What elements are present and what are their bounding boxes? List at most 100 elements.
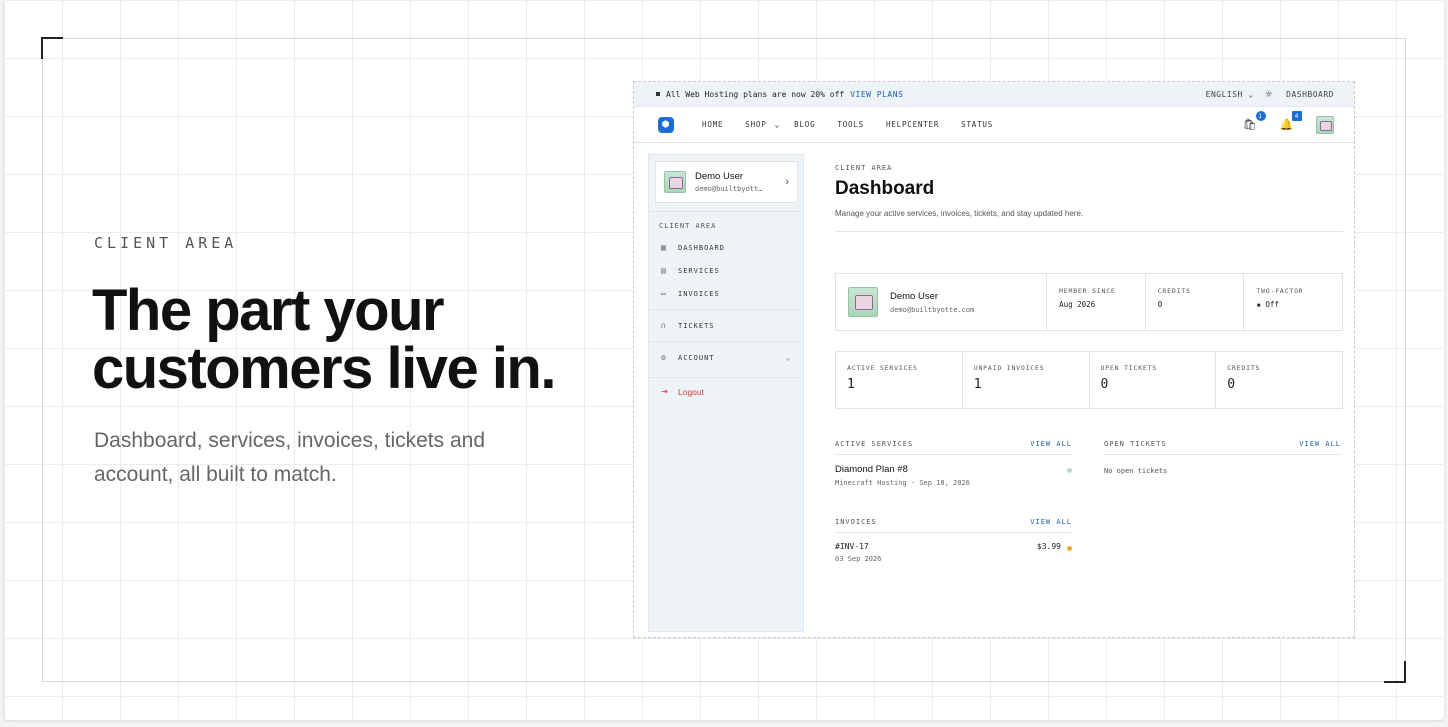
stat-label: UNPAID INVOICES [973, 364, 1045, 372]
chevron-down-icon[interactable]: ⌄ [775, 120, 781, 129]
sidebar-item-logout[interactable]: ⇥ Logout [649, 380, 803, 403]
active-services-section: ACTIVE SERVICES VIEW ALL Diamond Plan #8… [835, 440, 1072, 563]
invoice-number: #INV-17 [835, 542, 869, 551]
main-nav: ⬢ HOME SHOP ⌄ BLOG TOOLS HELPCENTER STAT… [634, 107, 1354, 143]
logout-icon: ⇥ [661, 387, 668, 396]
notification-count-badge: 4 [1292, 111, 1302, 121]
theme-toggle-sun-icon[interactable]: ☼ [1266, 88, 1273, 101]
gear-icon: ⚙ [661, 353, 667, 362]
sidebar: Demo User demo@builtbyott… › CLIENT AREA… [648, 154, 804, 632]
stat-value: 1 [973, 377, 982, 392]
member-since-value: Aug 2026 [1059, 300, 1096, 309]
sidebar-item-label: Logout [678, 386, 704, 397]
cart-button[interactable]: 🛍 1 [1242, 111, 1266, 131]
profile-email: demo@builtbyotte.com [890, 305, 975, 314]
profile-identity: Demo User demo@builtbyotte.com [836, 274, 1046, 330]
two-factor-status: ▪ Off [1256, 300, 1330, 309]
canvas: CLIENT AREA The part your customers live… [4, 0, 1444, 720]
corner-mark-bottom-right [1384, 661, 1406, 683]
profile-card: Demo User demo@builtbyotte.com MEMBER SI… [835, 273, 1343, 331]
stat-unpaid-invoices[interactable]: UNPAID INVOICES 1 [961, 352, 1089, 408]
language-select[interactable]: ENGLISH ⌄ [1206, 90, 1254, 99]
section-label: OPEN TICKETS [1104, 440, 1167, 448]
brand-logo-icon[interactable]: ⬢ [658, 116, 674, 133]
user-card[interactable]: Demo User demo@builtbyott… › [655, 161, 798, 203]
nav-shop[interactable]: SHOP [745, 120, 766, 129]
page-title: Dashboard [835, 178, 935, 199]
page-description: Manage your active services, invoices, t… [835, 209, 1084, 218]
stat-label: OPEN TICKETS [1100, 364, 1158, 372]
list-item[interactable]: #INV-17 03 Sep 2026 $3.99 [835, 542, 1072, 563]
two-factor: TWO-FACTOR ▪ Off [1243, 274, 1342, 330]
profile-name: Demo User [890, 290, 939, 302]
stat-value: 0 [1227, 377, 1236, 392]
service-meta: Minecraft Hosting · Sep 18, 2026 [835, 479, 970, 487]
stat-active-services[interactable]: ACTIVE SERVICES 1 [836, 352, 962, 408]
member-since: MEMBER SINCE Aug 2026 [1046, 274, 1145, 330]
shopping-bag-icon: 🛍 [1242, 118, 1258, 131]
cart-count-badge: 1 [1255, 111, 1266, 121]
nav-status[interactable]: STATUS [961, 120, 993, 129]
sidebar-item-services[interactable]: ▤ SERVICES [649, 259, 803, 282]
announcement-dot-icon [656, 92, 660, 96]
view-all-invoices-link[interactable]: VIEW ALL [1030, 518, 1072, 526]
sidebar-item-dashboard[interactable]: ▦ DASHBOARD [649, 236, 803, 259]
stat-credits[interactable]: CREDITS 0 [1215, 352, 1342, 408]
member-since-label: MEMBER SINCE [1059, 287, 1116, 295]
language-label: ENGLISH [1205, 89, 1243, 99]
chevron-right-icon: › [785, 176, 789, 188]
nav-tools[interactable]: TOOLS [837, 120, 864, 129]
stat-label: ACTIVE SERVICES [847, 364, 918, 372]
grid-icon: ▦ [661, 243, 667, 252]
credits-value: 0 [1157, 300, 1163, 309]
invoice-amount: $3.99 [1036, 542, 1061, 551]
sidebar-item-tickets[interactable]: ∩ TICKETS [649, 314, 803, 337]
avatar [664, 171, 686, 193]
sidebar-item-label: DASHBOARD [678, 243, 725, 252]
server-icon: ▤ [661, 266, 667, 275]
user-email: demo@builtbyott… [695, 185, 763, 193]
sidebar-item-account[interactable]: ⚙ ACCOUNT ⌄ [649, 346, 803, 369]
chevron-down-icon: ⌄ [785, 353, 791, 362]
hero-headline: The part your customers live in. [92, 278, 556, 401]
section-label: INVOICES [835, 518, 877, 526]
notifications-button[interactable]: 🔔 4 [1280, 111, 1302, 131]
view-all-tickets-link[interactable]: VIEW ALL [1299, 440, 1341, 448]
sidebar-item-label: SERVICES [678, 266, 720, 275]
corner-mark-top-left [41, 37, 63, 59]
status-dot-icon [1067, 546, 1072, 551]
sidebar-item-label: INVOICES [678, 289, 720, 298]
stat-value: 0 [1100, 377, 1109, 392]
user-name: Demo User [695, 171, 744, 182]
two-factor-value: Off [1265, 300, 1279, 309]
view-plans-link[interactable]: VIEW PLANS [850, 90, 903, 99]
service-name: Diamond Plan #8 [835, 464, 908, 475]
nav-home[interactable]: HOME [702, 120, 723, 129]
section-label: ACTIVE SERVICES [835, 440, 914, 448]
stats-row: ACTIVE SERVICES 1 UNPAID INVOICES 1 OPEN… [835, 351, 1343, 409]
chevron-down-icon: ⌄ [1248, 89, 1254, 99]
stat-open-tickets[interactable]: OPEN TICKETS 0 [1088, 352, 1216, 408]
empty-state: No open tickets [1104, 467, 1168, 475]
open-tickets-section: OPEN TICKETS VIEW ALL No open tickets [1104, 440, 1341, 563]
list-item[interactable]: Diamond Plan #8 Minecraft Hosting · Sep … [835, 464, 1072, 487]
sidebar-item-label: ACCOUNT [678, 353, 715, 362]
nav-blog[interactable]: BLOG [794, 120, 815, 129]
status-dot-icon [1067, 468, 1072, 473]
sidebar-item-invoices[interactable]: ▭ INVOICES [649, 282, 803, 305]
hero-subtext: Dashboard, services, invoices, tickets a… [94, 429, 486, 486]
stat-label: CREDITS [1227, 364, 1261, 372]
nav-helpcenter[interactable]: HELPCENTER [886, 120, 939, 129]
view-all-services-link[interactable]: VIEW ALL [1030, 440, 1072, 448]
headset-icon: ∩ [661, 321, 667, 330]
credits: CREDITS 0 [1144, 274, 1244, 330]
app-preview: All Web Hosting plans are now 20% off VI… [633, 81, 1355, 638]
user-avatar[interactable] [1316, 115, 1334, 134]
credits-label: CREDITS [1157, 287, 1191, 295]
announcement-bar: All Web Hosting plans are now 20% off VI… [634, 82, 1354, 107]
dashboard-link[interactable]: DASHBOARD [1286, 90, 1334, 99]
main-content: CLIENT AREA Dashboard Manage your active… [835, 154, 1343, 563]
breadcrumb: CLIENT AREA [835, 164, 893, 172]
announcement-text: All Web Hosting plans are now 20% off [666, 89, 845, 99]
avatar [848, 287, 878, 317]
